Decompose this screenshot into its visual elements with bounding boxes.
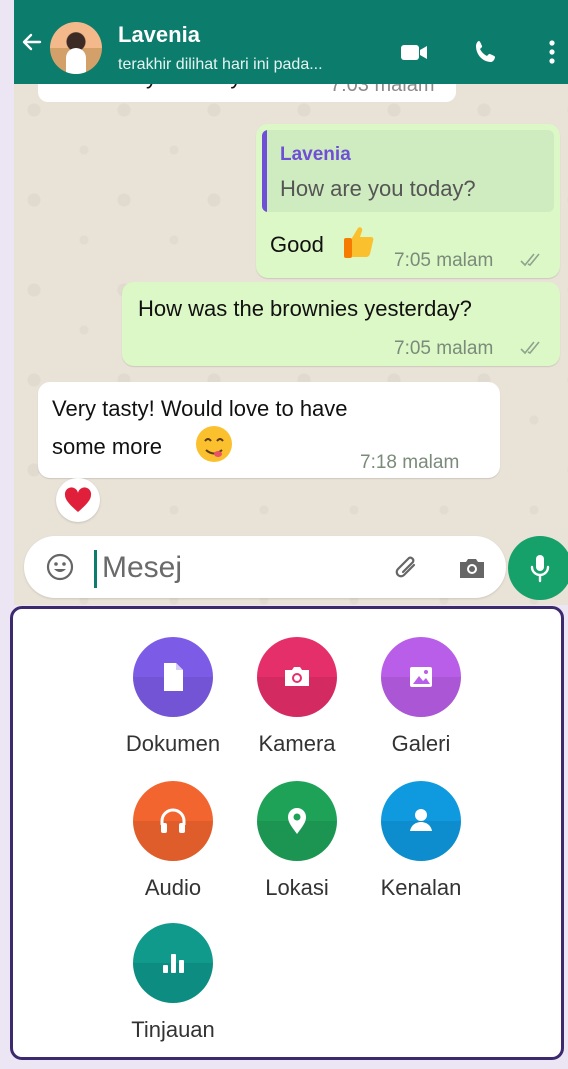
camera-icon: [285, 667, 309, 686]
attach-contact-button[interactable]: Kenalan: [361, 781, 481, 911]
chat-header: Lavenia terakhir dilihat hari ini pada..…: [14, 0, 568, 84]
more-vert-icon[interactable]: [538, 38, 566, 66]
message-time: 7:18 malam: [360, 452, 460, 473]
thumbs-up-emoji-icon: [344, 227, 374, 258]
heart-icon: [64, 487, 92, 512]
mic-icon: [530, 555, 550, 583]
message-time: 7:05 malam: [394, 338, 494, 359]
attach-label: Galeri: [391, 731, 451, 756]
contact-name[interactable]: Lavenia: [118, 22, 200, 48]
mic-button[interactable]: [508, 536, 568, 600]
video-call-icon[interactable]: [400, 38, 428, 66]
attach-poll-button[interactable]: Tinjauan: [113, 923, 233, 1053]
quote-author: Lavenia: [280, 144, 351, 165]
attach-location-button[interactable]: Lokasi: [237, 781, 357, 911]
emoji-icon[interactable]: [46, 553, 74, 581]
message-text-line1: Very tasty! Would love to have: [52, 396, 348, 421]
location-icon: [288, 808, 306, 834]
quote-text: How are you today?: [280, 176, 476, 201]
contact-icon: [410, 809, 432, 831]
headphones-icon: [160, 808, 186, 833]
read-ticks-icon: [520, 341, 540, 355]
message-text-line2: some more: [52, 434, 163, 459]
phone-icon[interactable]: [472, 38, 500, 66]
message-composer: [24, 536, 506, 598]
attach-audio-button[interactable]: Audio: [113, 781, 233, 911]
document-icon: [164, 663, 183, 691]
reaction-badge[interactable]: [56, 478, 100, 522]
attachment-sheet: Dokumen Kamera Galeri Audio Lokasi Kenal…: [10, 606, 564, 1060]
avatar[interactable]: [50, 22, 102, 74]
attach-paperclip-icon[interactable]: [392, 552, 424, 584]
message-text: Good: [270, 232, 324, 257]
quote-accent-bar: [262, 130, 267, 212]
quoted-message[interactable]: Lavenia How are you today?: [262, 130, 554, 212]
attach-document-button[interactable]: Dokumen: [113, 637, 233, 767]
read-ticks-icon: [520, 253, 540, 267]
message-bubble-outgoing[interactable]: [122, 282, 560, 366]
message-time: 7:05 malam: [394, 250, 494, 271]
back-arrow-icon[interactable]: [20, 30, 44, 54]
text-cursor: [94, 550, 97, 588]
attach-label: Kenalan: [380, 875, 462, 900]
yum-face-emoji-icon: [196, 426, 232, 462]
camera-icon[interactable]: [456, 552, 488, 584]
poll-icon: [163, 954, 184, 973]
attach-gallery-button[interactable]: Galeri: [361, 637, 481, 767]
gallery-icon: [410, 667, 432, 687]
message-text: How was the brownies yesterday?: [138, 296, 472, 321]
attach-label: Tinjauan: [131, 1017, 215, 1042]
last-seen-status[interactable]: terakhir dilihat hari ini pada...: [118, 56, 323, 74]
message-input[interactable]: [100, 544, 374, 592]
attach-camera-button[interactable]: Kamera: [237, 637, 357, 767]
